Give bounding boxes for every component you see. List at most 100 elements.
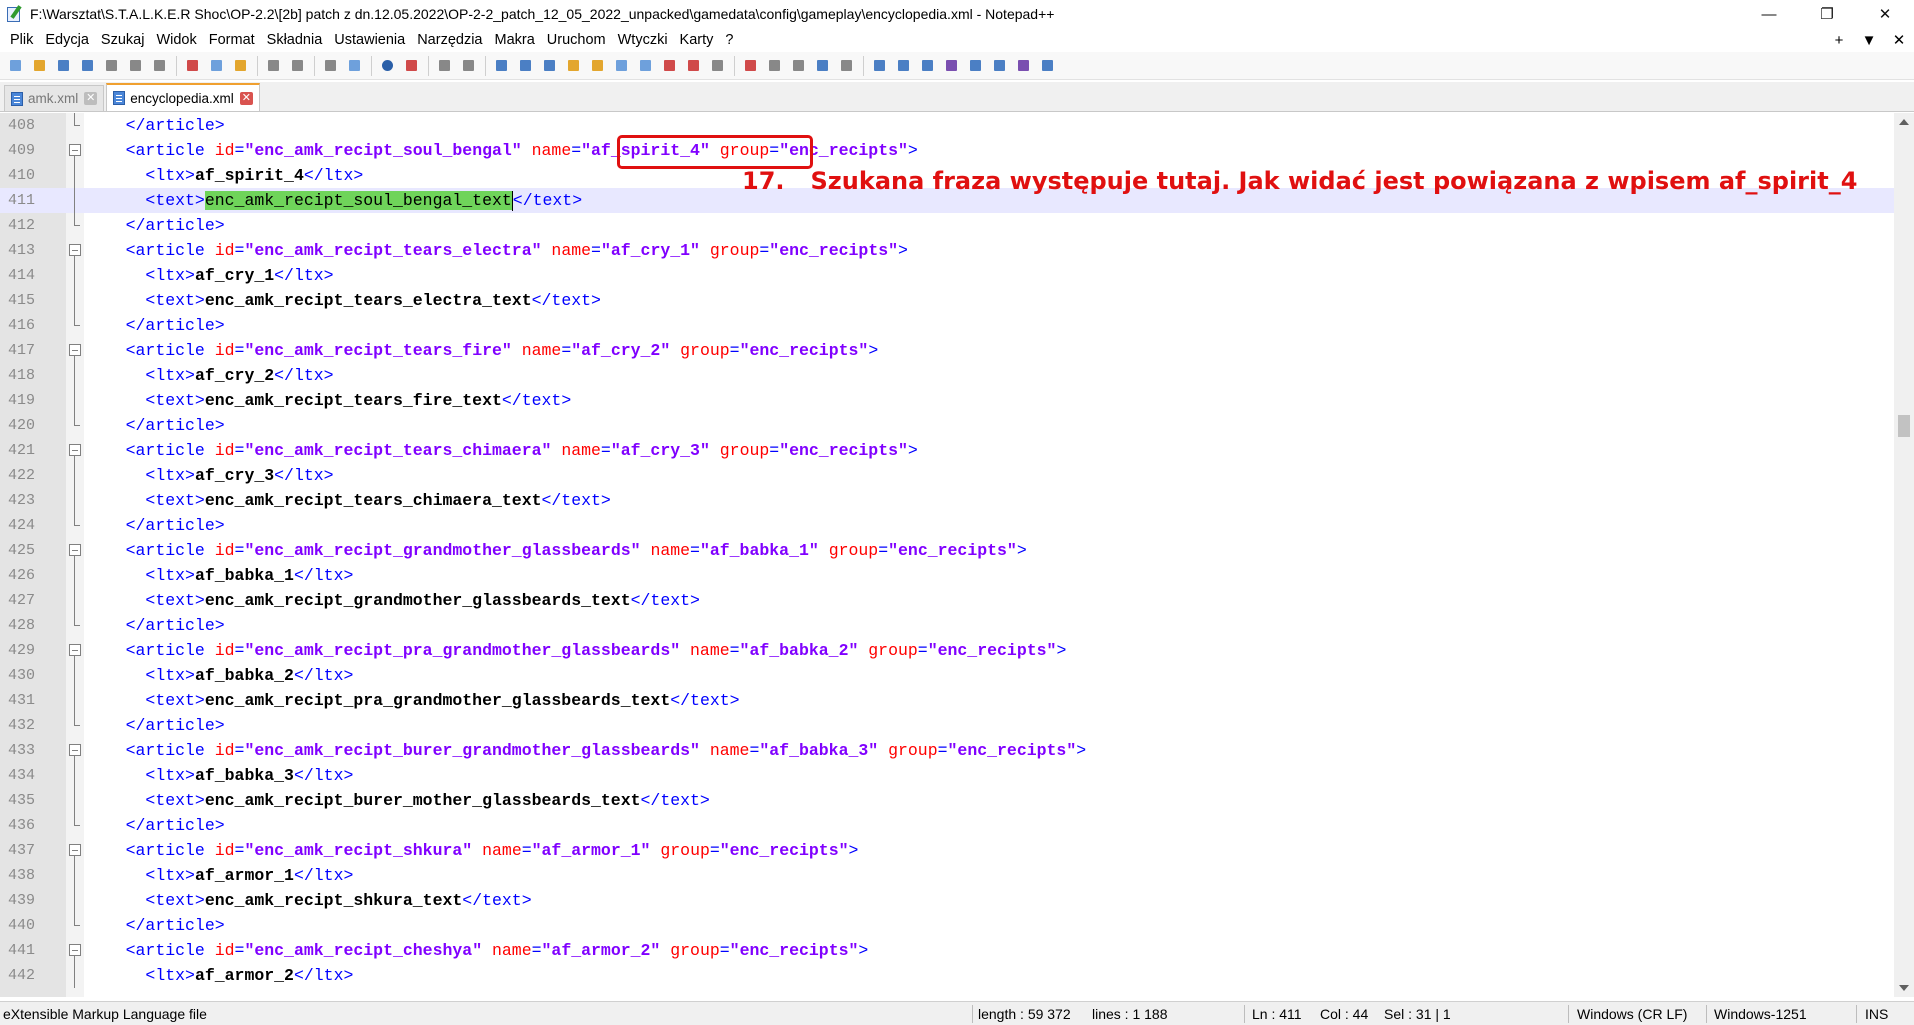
plugin-icon-3[interactable] bbox=[918, 56, 937, 75]
code-line[interactable]: 433 <article id="enc_amk_recipt_burer_gr… bbox=[0, 738, 1894, 763]
close-button[interactable]: ✕ bbox=[1856, 0, 1914, 28]
show-all-characters-icon[interactable] bbox=[516, 56, 535, 75]
code-line[interactable]: 442 <ltx>af_armor_2</ltx> bbox=[0, 963, 1894, 988]
fold-toggle-icon[interactable] bbox=[66, 438, 84, 463]
scroll-up-icon[interactable] bbox=[1899, 119, 1909, 125]
eye-icon[interactable] bbox=[708, 56, 727, 75]
sync-vertical-icon[interactable] bbox=[435, 56, 454, 75]
plugin-icon-5[interactable] bbox=[1014, 56, 1033, 75]
code-line[interactable]: 432 </article> bbox=[0, 713, 1894, 738]
code-line[interactable]: 413 <article id="enc_amk_recipt_tears_el… bbox=[0, 238, 1894, 263]
code-line[interactable]: 416 </article> bbox=[0, 313, 1894, 338]
document-list-icon[interactable] bbox=[660, 56, 679, 75]
fold-toggle-icon[interactable] bbox=[66, 638, 84, 663]
code-line[interactable]: 431 <text>enc_amk_recipt_pra_grandmother… bbox=[0, 688, 1894, 713]
code-line[interactable]: 423 <text>enc_amk_recipt_tears_chimaera_… bbox=[0, 488, 1894, 513]
fold-toggle-icon[interactable] bbox=[66, 838, 84, 863]
code-line[interactable]: 434 <ltx>af_babka_3</ltx> bbox=[0, 763, 1894, 788]
word-wrap-icon[interactable] bbox=[492, 56, 511, 75]
code-line[interactable]: 426 <ltx>af_babka_1</ltx> bbox=[0, 563, 1894, 588]
close-file-icon[interactable] bbox=[102, 56, 121, 75]
code-line[interactable]: 438 <ltx>af_armor_1</ltx> bbox=[0, 863, 1894, 888]
close-all-icon[interactable] bbox=[126, 56, 145, 75]
save-icon[interactable] bbox=[54, 56, 73, 75]
code-line[interactable]: 439 <text>enc_amk_recipt_shkura_text</te… bbox=[0, 888, 1894, 913]
menu-narzedzia[interactable]: Narzędzia bbox=[411, 32, 488, 48]
maximize-button[interactable]: ❐ bbox=[1798, 0, 1856, 28]
paste-icon[interactable] bbox=[231, 56, 250, 75]
fold-toggle-icon[interactable] bbox=[66, 238, 84, 263]
record-macro-icon[interactable] bbox=[741, 56, 760, 75]
code-line[interactable]: 424 </article> bbox=[0, 513, 1894, 538]
redo-icon[interactable] bbox=[288, 56, 307, 75]
menu-edycja[interactable]: Edycja bbox=[39, 32, 95, 48]
tab-close-icon[interactable]: ✕ bbox=[84, 92, 98, 105]
play-macro-icon[interactable] bbox=[789, 56, 808, 75]
menu-skladnia[interactable]: Składnia bbox=[261, 32, 329, 48]
indent-guide-icon[interactable] bbox=[540, 56, 559, 75]
code-line[interactable]: 430 <ltx>af_babka_2</ltx> bbox=[0, 663, 1894, 688]
document-map-icon[interactable] bbox=[588, 56, 607, 75]
code-line[interactable]: 409 <article id="enc_amk_recipt_soul_ben… bbox=[0, 138, 1894, 163]
save-all-icon[interactable] bbox=[78, 56, 97, 75]
cut-icon[interactable] bbox=[183, 56, 202, 75]
code-line[interactable]: 414 <ltx>af_cry_1</ltx> bbox=[0, 263, 1894, 288]
copy-icon[interactable] bbox=[207, 56, 226, 75]
function-list-icon[interactable] bbox=[612, 56, 631, 75]
plugin-icon-6[interactable] bbox=[1038, 56, 1057, 75]
code-line[interactable]: 427 <text>enc_amk_recipt_grandmother_gla… bbox=[0, 588, 1894, 613]
zoom-in-icon[interactable] bbox=[378, 56, 397, 75]
close-tab-button[interactable]: ✕ bbox=[1884, 31, 1914, 49]
zoom-out-icon[interactable] bbox=[402, 56, 421, 75]
code-line[interactable]: 415 <text>enc_amk_recipt_tears_electra_t… bbox=[0, 288, 1894, 313]
find-icon[interactable] bbox=[321, 56, 340, 75]
menu-plik[interactable]: Plik bbox=[4, 32, 39, 48]
menu-format[interactable]: Format bbox=[203, 32, 261, 48]
scroll-down-icon[interactable] bbox=[1899, 985, 1909, 991]
code-line[interactable]: 435 <text>enc_amk_recipt_burer_mother_gl… bbox=[0, 788, 1894, 813]
replace-icon[interactable] bbox=[345, 56, 364, 75]
menu-szukaj[interactable]: Szukaj bbox=[95, 32, 151, 48]
code-line[interactable]: 436 </article> bbox=[0, 813, 1894, 838]
fold-toggle-icon[interactable] bbox=[66, 538, 84, 563]
fold-toggle-icon[interactable] bbox=[66, 938, 84, 963]
new-tab-button[interactable]: + bbox=[1824, 32, 1854, 49]
tab-amk-xml[interactable]: amk.xml ✕ bbox=[4, 85, 105, 111]
menu-help[interactable]: ? bbox=[719, 32, 739, 48]
run-macro-multiple-icon[interactable] bbox=[813, 56, 832, 75]
menu-wtyczki[interactable]: Wtyczki bbox=[612, 32, 674, 48]
menu-widok[interactable]: Widok bbox=[150, 32, 202, 48]
menu-karty[interactable]: Karty bbox=[674, 32, 720, 48]
folder-as-workspace-icon[interactable] bbox=[636, 56, 655, 75]
code-line[interactable]: 419 <text>enc_amk_recipt_tears_fire_text… bbox=[0, 388, 1894, 413]
code-line[interactable]: 417 <article id="enc_amk_recipt_tears_fi… bbox=[0, 338, 1894, 363]
editor[interactable]: 408 </article> 409 <article id="enc_amk_r… bbox=[0, 113, 1914, 997]
code-line[interactable]: 408 </article> bbox=[0, 113, 1894, 138]
fold-toggle-icon[interactable] bbox=[66, 138, 84, 163]
tab-close-icon[interactable]: ✕ bbox=[239, 91, 253, 105]
open-file-icon[interactable] bbox=[30, 56, 49, 75]
code-line[interactable]: 437 <article id="enc_amk_recipt_shkura" … bbox=[0, 838, 1894, 863]
sync-horizontal-icon[interactable] bbox=[459, 56, 478, 75]
scroll-thumb[interactable] bbox=[1898, 415, 1910, 437]
code-line[interactable]: 418 <ltx>af_cry_2</ltx> bbox=[0, 363, 1894, 388]
menu-ustawienia[interactable]: Ustawienia bbox=[328, 32, 411, 48]
code-line[interactable]: 429 <article id="enc_amk_recipt_pra_gran… bbox=[0, 638, 1894, 663]
monitoring-icon[interactable] bbox=[684, 56, 703, 75]
code-area[interactable]: 408 </article> 409 <article id="enc_amk_r… bbox=[0, 113, 1894, 988]
code-line[interactable]: 420 </article> bbox=[0, 413, 1894, 438]
fold-toggle-icon[interactable] bbox=[66, 738, 84, 763]
save-macro-icon[interactable] bbox=[837, 56, 856, 75]
vertical-scrollbar[interactable] bbox=[1894, 113, 1914, 997]
code-line[interactable]: 412 </article> bbox=[0, 213, 1894, 238]
status-eol[interactable]: Windows (CR LF) bbox=[1577, 1002, 1687, 1025]
code-line[interactable]: 421 <article id="enc_amk_recipt_tears_ch… bbox=[0, 438, 1894, 463]
new-file-icon[interactable] bbox=[6, 56, 25, 75]
stop-macro-icon[interactable] bbox=[765, 56, 784, 75]
tab-encyclopedia-xml[interactable]: encyclopedia.xml ✕ bbox=[106, 83, 260, 111]
code-line[interactable]: 422 <ltx>af_cry_3</ltx> bbox=[0, 463, 1894, 488]
plugin-icon-1[interactable] bbox=[870, 56, 889, 75]
undo-icon[interactable] bbox=[264, 56, 283, 75]
code-line[interactable]: 425 <article id="enc_amk_recipt_grandmot… bbox=[0, 538, 1894, 563]
tab-list-button[interactable]: ▼ bbox=[1854, 32, 1884, 49]
